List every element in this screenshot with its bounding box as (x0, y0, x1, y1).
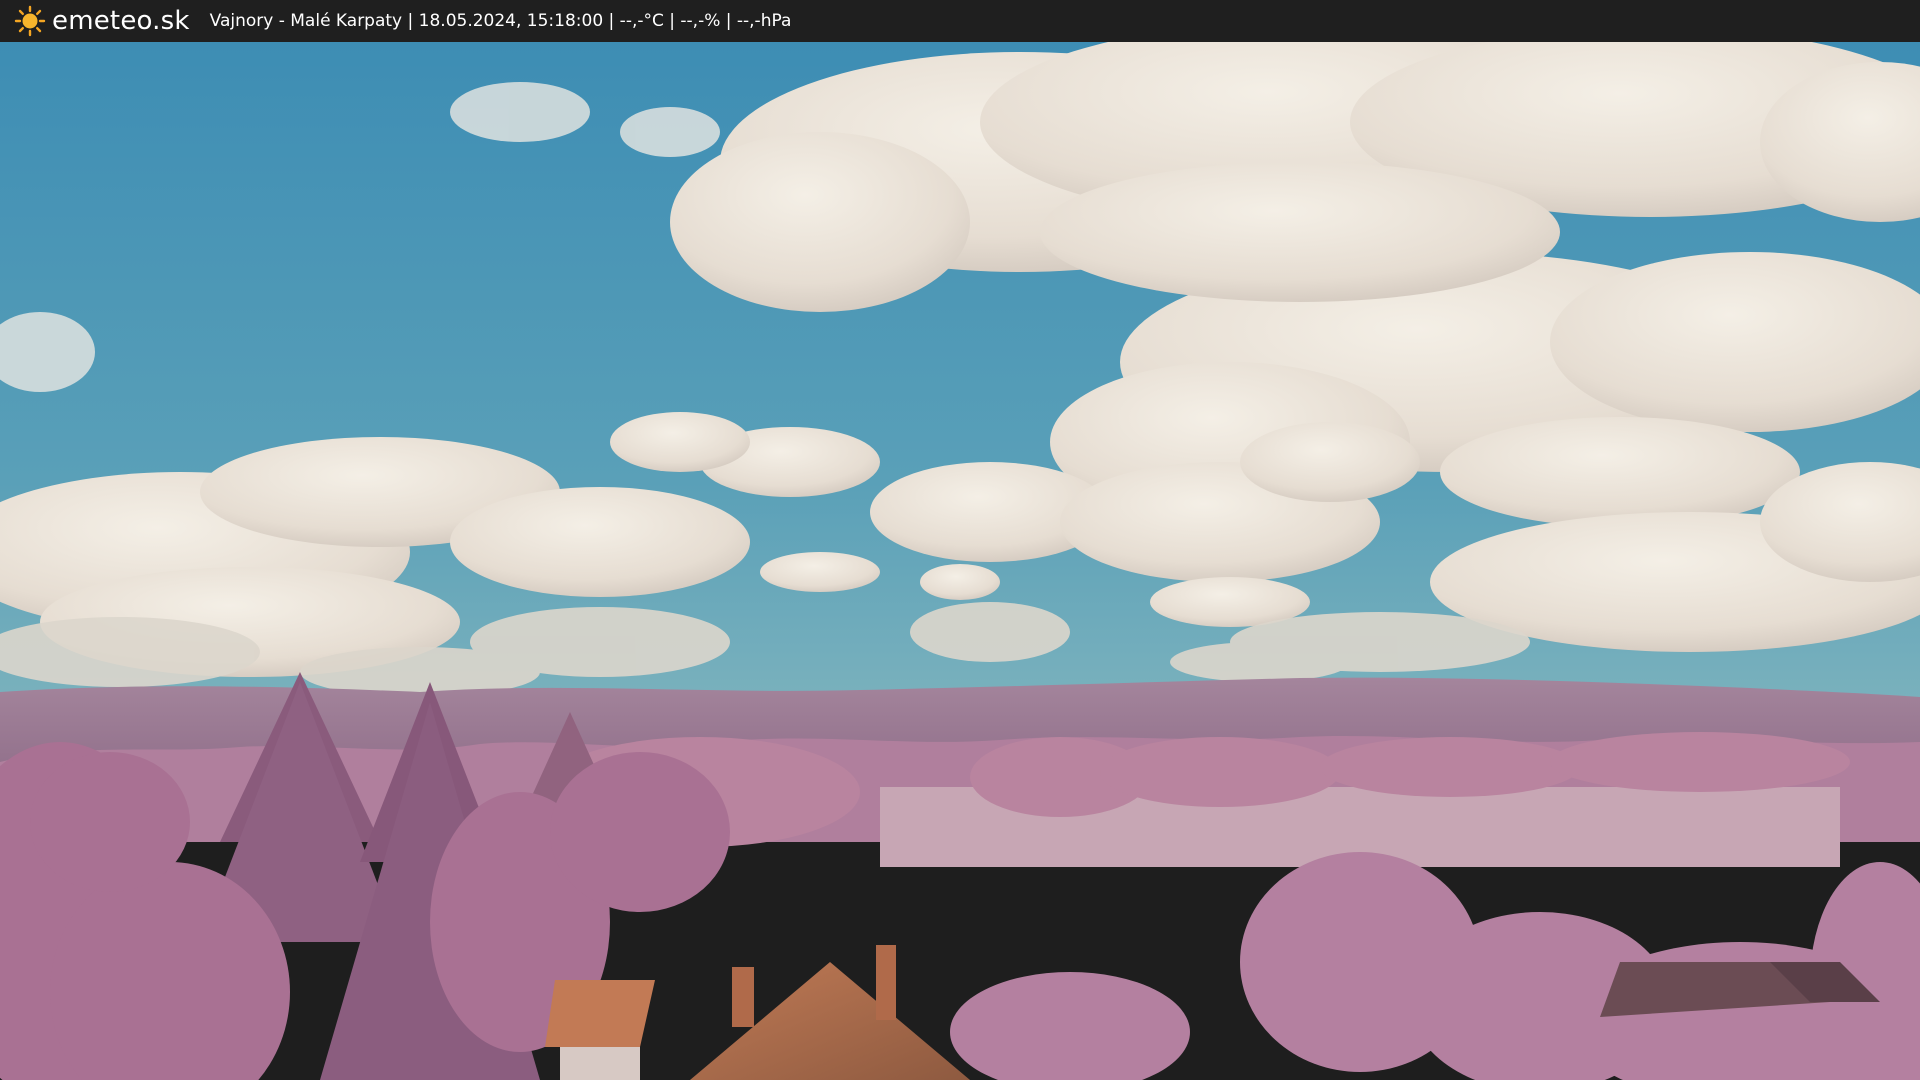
webcam-view: emeteo.sk Vajnory - Malé Karpaty | 18.05… (0, 0, 1920, 1080)
webcam-image (0, 42, 1920, 1080)
top-bar: emeteo.sk Vajnory - Malé Karpaty | 18.05… (0, 0, 1920, 42)
roof-left (545, 980, 655, 1080)
roof-center (690, 945, 970, 1080)
weather-caption: Vajnory - Malé Karpaty | 18.05.2024, 15:… (209, 11, 792, 31)
logo[interactable]: emeteo.sk (14, 0, 190, 42)
sun-icon (14, 5, 46, 37)
brand-name: emeteo.sk (52, 6, 190, 36)
